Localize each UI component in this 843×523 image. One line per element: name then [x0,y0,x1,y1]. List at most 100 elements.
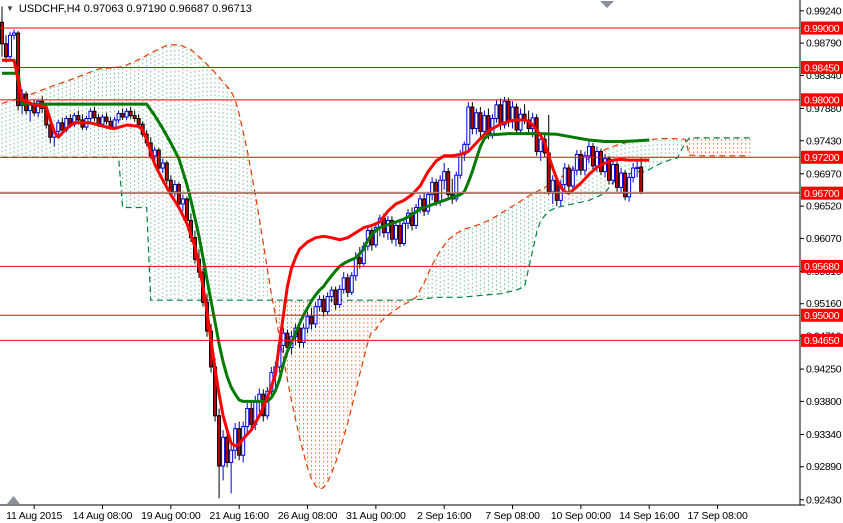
price-axis-label: 0.93800 [806,396,842,408]
bull-candle-body [325,296,330,313]
bear-candle-body [176,184,181,205]
bear-candle-body [506,100,511,122]
bear-candle-body [120,112,125,118]
bull-candle-body [482,115,487,132]
price-axis-label: 0.92430 [806,494,842,506]
time-axis-label: 14 Sep 16:00 [619,510,679,522]
price-axis-label: 0.96970 [806,168,842,180]
bear-candle-body [60,122,65,131]
bear-candle-body [0,21,4,45]
bear-candle-body [321,298,326,313]
price-level-badge-label: 0.94650 [804,335,840,347]
time-axis-label: 2 Sep 16:00 [417,510,472,522]
price-axis-label: 0.96070 [806,233,842,245]
bull-candle-body [100,116,105,125]
bear-candle-body [578,153,583,171]
bull-candle-body [442,171,447,181]
price-level-badge-label: 0.95000 [804,310,840,322]
bull-candle-body [574,153,579,171]
bull-candle-body [349,275,354,293]
bull-candle-body [418,198,423,209]
bull-candle-body [635,166,640,170]
bear-candle-body [217,415,222,467]
bull-candle-body [245,408,250,428]
bear-candle-body [478,112,483,132]
chart-background [0,0,843,523]
bear-candle-body [345,277,350,293]
price-axis-label: 0.96520 [806,201,842,213]
bear-candle-body [397,224,402,244]
bear-candle-body [156,149,161,169]
bear-candle-body [104,116,109,122]
time-axis-label: 26 Aug 08:00 [278,510,338,522]
trading-chart-window: 0.99240 0.98790 0.98340 0.97880 0.97430 0.969… [0,0,843,523]
bull-candle-body [12,32,17,36]
time-axis-label: 17 Sep 08:00 [688,510,748,522]
bear-candle-body [164,162,169,181]
bear-candle-body [615,163,620,188]
time-axis-label: 14 Aug 08:00 [73,510,133,522]
bear-candle-body [598,151,603,173]
time-axis-label: 10 Sep 00:00 [551,510,611,522]
price-axis-label: 0.93340 [806,429,842,441]
bear-candle-body [92,110,97,119]
bull-candle-body [438,179,443,203]
chevron-down-icon[interactable]: ▼ [6,5,14,13]
bull-candle-body [594,151,599,167]
price-level-badge-label: 0.98450 [804,62,840,74]
price-axis-label: 0.99240 [806,5,842,17]
bear-candle-body [132,115,137,119]
time-axis-label: 11 Aug 2015 [6,510,62,522]
bear-candle-body [470,106,475,130]
bear-candle-body [4,43,9,58]
price-chart-canvas[interactable]: 0.992400.987900.983400.978800.974300.969… [0,0,843,523]
price-level-badge-label: 0.98000 [804,95,840,107]
price-axis-label: 0.95160 [806,298,842,310]
bull-candle-body [619,172,624,188]
bull-candle-body [562,167,567,186]
price-axis-label: 0.98790 [806,38,842,50]
price-level-badge-label: 0.97200 [804,152,840,164]
bull-candle-body [221,436,226,467]
bull-candle-body [538,138,543,153]
bull-candle-body [550,179,555,193]
bull-candle-body [116,112,121,121]
time-axis-label: 21 Aug 16:00 [209,510,269,522]
bull-candle-body [180,198,185,205]
time-axis-label: 19 Aug 00:00 [141,510,201,522]
bull-candle-body [627,176,632,198]
bear-candle-body [498,104,503,126]
bull-candle-body [229,449,234,463]
bull-candle-body [160,162,165,169]
bear-candle-body [590,146,595,167]
bear-candle-body [249,408,254,425]
bear-candle-body [128,110,133,117]
bull-candle-body [518,113,523,131]
bear-candle-body [225,436,230,463]
bear-candle-body [333,289,338,305]
chart-title-bar: ▼ USDCHF,H4 0.97063 0.97190 0.96687 0.96… [6,3,252,15]
bull-candle-body [631,167,636,178]
bull-candle-body [8,34,13,58]
bear-candle-body [566,167,571,187]
bear-candle-body [184,198,189,221]
bear-candle-body [357,257,362,265]
bull-candle-body [317,298,322,308]
bull-candle-body [152,149,157,157]
bull-candle-body [393,224,398,240]
time-axis-label: 31 Aug 00:00 [346,510,406,522]
bear-candle-body [639,166,644,193]
bull-candle-body [88,110,93,119]
bull-candle-body [570,169,575,187]
price-axis-label: 0.92890 [806,461,842,473]
price-level-badge-label: 0.95680 [804,261,840,273]
bull-candle-body [586,146,591,157]
bull-candle-body [494,104,499,120]
price-axis-label: 0.97430 [806,135,842,147]
bull-candle-body [402,222,406,244]
price-axis-label: 0.94250 [806,364,842,376]
bull-candle-body [281,332,286,346]
bull-candle-body [172,184,177,193]
bear-candle-body [136,118,141,125]
bull-candle-body [56,122,61,132]
